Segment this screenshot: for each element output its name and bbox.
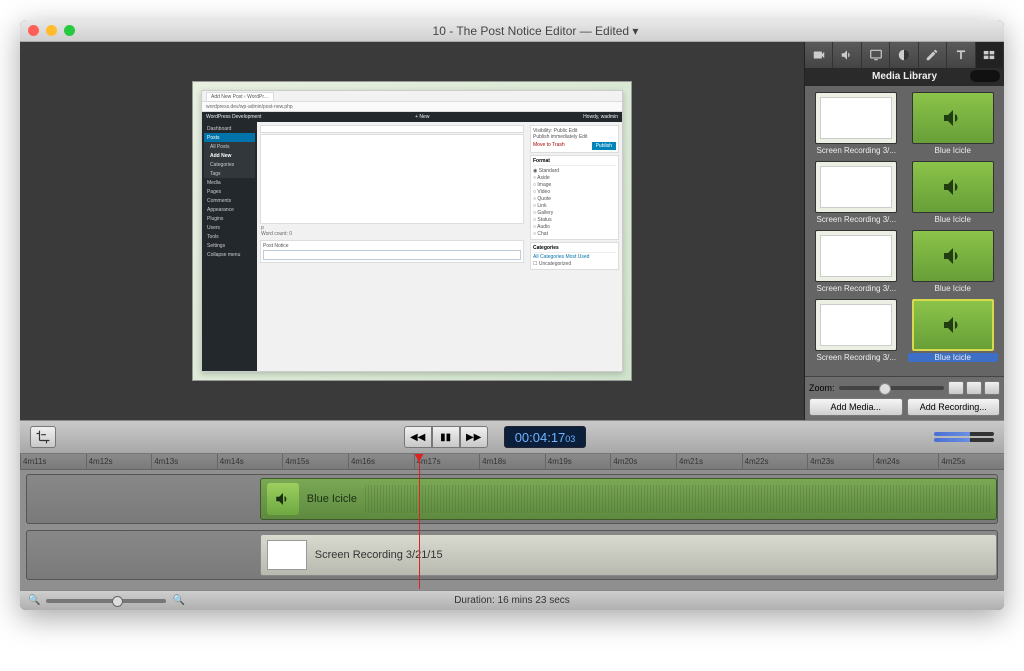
- ruler-tick[interactable]: 4m15s: [282, 454, 348, 469]
- zoom-icon[interactable]: [64, 25, 75, 36]
- view-list-icon[interactable]: [984, 381, 1000, 395]
- view-grid-m-icon[interactable]: [966, 381, 982, 395]
- media-item[interactable]: Blue Icicle: [908, 230, 999, 293]
- timeline-zoom-slider[interactable]: [46, 599, 166, 603]
- ruler-tick[interactable]: 4m24s: [873, 454, 939, 469]
- status-bar: 🔍 🔍 Duration: 16 mins 23 secs: [20, 590, 1004, 610]
- media-library-title: Media Library: [805, 68, 1004, 86]
- ruler-tick[interactable]: 4m16s: [348, 454, 414, 469]
- tab-library-icon[interactable]: [976, 42, 1004, 68]
- wp-sidebar: Dashboard Posts All Posts Add New Catego…: [202, 122, 257, 371]
- tab-time-icon[interactable]: [890, 42, 918, 68]
- tab-audio-icon[interactable]: [833, 42, 861, 68]
- ruler-tick[interactable]: 4m17s: [414, 454, 480, 469]
- audio-clip-label: Blue Icicle: [307, 493, 357, 505]
- ruler-tick[interactable]: 4m20s: [610, 454, 676, 469]
- add-media-button[interactable]: Add Media...: [809, 398, 903, 416]
- media-item[interactable]: Screen Recording 3/...: [811, 230, 902, 293]
- zoom-out-icon[interactable]: 🔍: [28, 595, 40, 606]
- video-clip-thumb: [267, 540, 307, 570]
- media-tabs: [805, 42, 1004, 68]
- media-grid[interactable]: Screen Recording 3/...Blue IcicleScreen …: [805, 86, 1004, 376]
- url-bar: wordpress.dev/wp-admin/post-new.php: [202, 102, 622, 112]
- ruler-tick[interactable]: 4m22s: [742, 454, 808, 469]
- timeline-ruler[interactable]: 4m11s4m12s4m13s4m14s4m15s4m16s4m17s4m18s…: [20, 454, 1004, 470]
- add-recording-button[interactable]: Add Recording...: [907, 398, 1001, 416]
- wp-new: + New: [415, 114, 429, 120]
- ruler-tick[interactable]: 4m21s: [676, 454, 742, 469]
- media-item[interactable]: Screen Recording 3/...: [811, 299, 902, 362]
- wp-howdy: Howdy, wadmin: [583, 114, 618, 120]
- timeline[interactable]: 4m11s4m12s4m13s4m14s4m15s4m16s4m17s4m18s…: [20, 454, 1004, 590]
- ruler-tick[interactable]: 4m14s: [217, 454, 283, 469]
- video-clip[interactable]: Screen Recording 3/21/15: [260, 534, 997, 576]
- preview-canvas: Add New Post ‹ WordPr… wordpress.dev/wp-…: [192, 81, 632, 381]
- ruler-tick[interactable]: 4m19s: [545, 454, 611, 469]
- window-title: 10 - The Post Notice Editor — Edited ▾: [75, 24, 996, 38]
- zoom-label: Zoom:: [809, 383, 835, 393]
- video-clip-label: Screen Recording 3/21/15: [315, 549, 443, 561]
- tab-video-icon[interactable]: [805, 42, 833, 68]
- speaker-icon: [267, 483, 299, 515]
- ruler-tick[interactable]: 4m23s: [807, 454, 873, 469]
- rewind-button[interactable]: ◀◀: [404, 426, 432, 448]
- audio-levels: [934, 428, 994, 446]
- scroll-indicator[interactable]: [970, 70, 1000, 82]
- ruler-tick[interactable]: 4m11s: [20, 454, 86, 469]
- duration-label: Duration: 16 mins 23 secs: [454, 595, 570, 606]
- media-item[interactable]: Blue Icicle: [908, 92, 999, 155]
- timecode-display: 00:04:1703: [504, 426, 587, 448]
- tab-screen-icon[interactable]: [862, 42, 890, 68]
- ruler-tick[interactable]: 4m13s: [151, 454, 217, 469]
- ruler-tick[interactable]: 4m12s: [86, 454, 152, 469]
- media-item[interactable]: Blue Icicle: [908, 161, 999, 224]
- tab-annotate-icon[interactable]: [919, 42, 947, 68]
- ruler-tick[interactable]: 4m18s: [479, 454, 545, 469]
- minimize-icon[interactable]: [46, 25, 57, 36]
- tab-text-icon[interactable]: [947, 42, 975, 68]
- audio-track[interactable]: Blue Icicle: [26, 474, 998, 524]
- app-window: 10 - The Post Notice Editor — Edited ▾ A…: [20, 20, 1004, 610]
- media-item[interactable]: Blue Icicle: [908, 299, 999, 362]
- waveform: [365, 485, 990, 513]
- browser-tab: Add New Post ‹ WordPr…: [206, 92, 274, 101]
- forward-button[interactable]: ▶▶: [460, 426, 488, 448]
- crop-button[interactable]: [30, 426, 56, 448]
- audio-clip[interactable]: Blue Icicle: [260, 478, 997, 520]
- media-library-pane: Media Library Screen Recording 3/...Blue…: [804, 42, 1004, 420]
- wp-site-name: WordPress Development: [206, 114, 262, 120]
- media-item[interactable]: Screen Recording 3/...: [811, 92, 902, 155]
- pause-button[interactable]: ▮▮: [432, 426, 460, 448]
- titlebar[interactable]: 10 - The Post Notice Editor — Edited ▾: [20, 20, 1004, 42]
- ruler-tick[interactable]: 4m25s: [938, 454, 1004, 469]
- playhead[interactable]: [419, 454, 420, 589]
- video-track[interactable]: Screen Recording 3/21/15: [26, 530, 998, 580]
- media-item[interactable]: Screen Recording 3/...: [811, 161, 902, 224]
- transport-bar: ◀◀ ▮▮ ▶▶ 00:04:1703: [20, 420, 1004, 454]
- preview-pane[interactable]: Add New Post ‹ WordPr… wordpress.dev/wp-…: [20, 42, 804, 420]
- zoom-slider[interactable]: [839, 386, 944, 390]
- zoom-in-icon[interactable]: 🔍: [172, 595, 184, 606]
- view-grid-s-icon[interactable]: [948, 381, 964, 395]
- close-icon[interactable]: [28, 25, 39, 36]
